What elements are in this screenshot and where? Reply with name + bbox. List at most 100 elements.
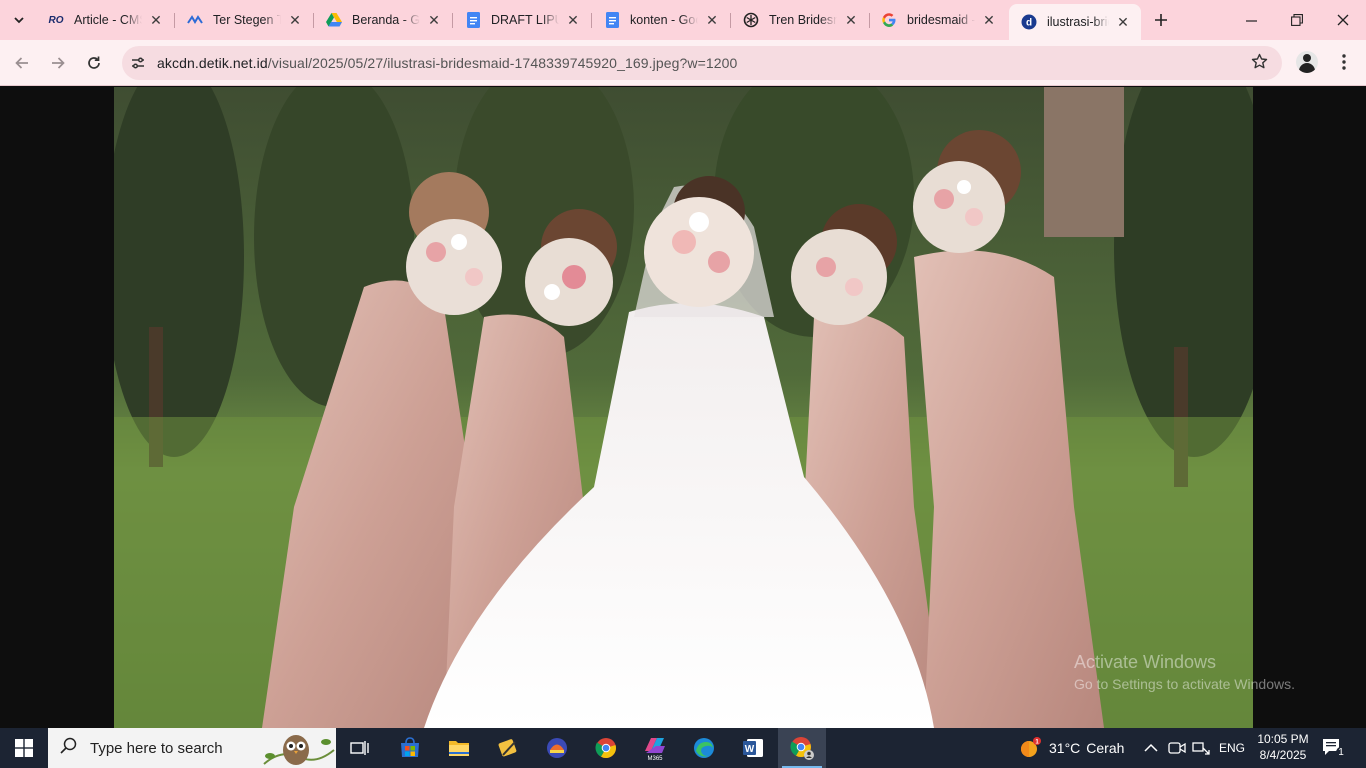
close-icon[interactable]: ✕: [981, 12, 997, 28]
image-viewer: Activate Windows Go to Settings to activ…: [0, 87, 1366, 728]
tab-bridesmaid-google[interactable]: bridesmaid - Google ✕: [869, 4, 1007, 36]
tab-article-cms[interactable]: RO Article - CMS ✕: [36, 4, 175, 36]
tab-search-button[interactable]: [6, 8, 32, 32]
close-icon[interactable]: ✕: [1115, 14, 1131, 30]
close-icon[interactable]: ✕: [426, 12, 442, 28]
url-path: /visual/2025/05/27/ilustrasi-bridesmaid-…: [267, 55, 738, 71]
weather-desc: Cerah: [1086, 740, 1125, 756]
close-window-button[interactable]: [1320, 0, 1366, 40]
search-placeholder: Type here to search: [90, 739, 223, 757]
reload-icon: [88, 56, 100, 69]
edge-icon: [694, 738, 714, 758]
m365-icon: M365: [645, 738, 665, 761]
input-indicator[interactable]: [1192, 728, 1210, 768]
kebab-menu-icon: [1342, 54, 1346, 70]
sunny-weather-icon: 1: [1021, 737, 1041, 757]
close-icon[interactable]: ✕: [287, 12, 303, 28]
taskbar-search[interactable]: Type here to search: [48, 728, 336, 768]
language-indicator[interactable]: ENG: [1219, 728, 1245, 768]
clock-time: 10:05 PM: [1257, 732, 1309, 746]
restore-icon: [1291, 14, 1303, 26]
minimize-icon: [1245, 19, 1257, 22]
microsoft-365-app[interactable]: M365: [631, 728, 679, 768]
tab-draft-liputan[interactable]: DRAFT LIPUTAN ✕: [453, 4, 592, 36]
network-icon: [1192, 742, 1210, 755]
chevron-down-icon: [14, 17, 24, 24]
bookmark-star-icon[interactable]: [1251, 53, 1268, 75]
close-icon[interactable]: ✕: [704, 12, 720, 28]
weather-widget[interactable]: 1 31°C Cerah: [1018, 728, 1124, 768]
svg-text:d: d: [1026, 18, 1032, 29]
show-hidden-icons-button[interactable]: [1144, 728, 1158, 768]
detik-icon: d: [1021, 14, 1037, 30]
tab-title: Beranda - Google Drive: [352, 13, 420, 27]
task-view-button[interactable]: [336, 728, 384, 768]
tab-google-drive[interactable]: Beranda - Google Drive ✕: [314, 4, 453, 36]
vpn-app[interactable]: [533, 728, 581, 768]
bridesmaid-photo[interactable]: [114, 87, 1253, 728]
pen-tablet-icon: [498, 739, 517, 757]
tab-title: konten - Google Docs: [630, 13, 698, 27]
google-icon: [881, 12, 897, 28]
arrow-right-icon: [52, 57, 65, 69]
tab-ilustrasi-bridesmaid[interactable]: d ilustrasi-bridesmaid ✕: [1009, 4, 1141, 40]
chatgpt-icon: [743, 12, 759, 28]
tab-strip: RO Article - CMS ✕ Ter Stegen Tolak ✕ Be…: [0, 0, 1366, 40]
tab-ter-stegen[interactable]: Ter Stegen Tolak ✕: [175, 4, 314, 36]
folder-icon: [449, 741, 469, 756]
google-docs-icon: [604, 12, 620, 28]
chrome-icon: [595, 738, 616, 759]
activate-windows-watermark: Activate Windows Go to Settings to activ…: [1074, 652, 1295, 692]
minimize-button[interactable]: [1228, 0, 1274, 40]
tab-title: ilustrasi-bridesmaid: [1047, 15, 1109, 29]
restore-button[interactable]: [1274, 0, 1320, 40]
system-clock[interactable]: 10:05 PM 8/4/2025: [1252, 731, 1314, 763]
new-tab-button[interactable]: [1148, 8, 1174, 32]
start-button[interactable]: [0, 728, 48, 768]
chevron-up-icon: [1144, 743, 1158, 752]
svg-text:M365: M365: [647, 756, 663, 761]
profile-avatar[interactable]: [1296, 51, 1318, 73]
chrome-active-app[interactable]: [778, 728, 826, 768]
browser-toolbar: akcdn.detik.net.id/visual/2025/05/27/ilu…: [0, 40, 1366, 86]
watermark-title: Activate Windows: [1074, 652, 1217, 672]
tab-konten-docs[interactable]: konten - Google Docs ✕: [592, 4, 731, 36]
stylus-app[interactable]: [484, 728, 532, 768]
browser-menu-button[interactable]: [1333, 51, 1355, 73]
tab-tren-bridesmaid[interactable]: Tren Bridesmaid ✕: [731, 4, 870, 36]
close-icon[interactable]: ✕: [843, 12, 859, 28]
file-explorer-app[interactable]: [435, 728, 483, 768]
weather-temp: 31°C: [1049, 740, 1081, 756]
tab-title: Ter Stegen Tolak: [213, 13, 281, 27]
address-bar[interactable]: akcdn.detik.net.id/visual/2025/05/27/ilu…: [122, 46, 1282, 80]
clock-date: 8/4/2025: [1259, 748, 1307, 762]
edge-app[interactable]: [680, 728, 728, 768]
plus-icon: [1155, 14, 1167, 26]
tab-title: bridesmaid - Google: [907, 13, 975, 27]
back-button[interactable]: [8, 49, 36, 77]
url-host: akcdn.detik.net.id: [157, 55, 268, 71]
owl-search-highlight-icon: [263, 735, 335, 765]
close-icon[interactable]: ✕: [148, 12, 164, 28]
reload-button[interactable]: [80, 49, 108, 77]
helmet-icon: [547, 738, 567, 758]
avatar-body: [1299, 63, 1315, 73]
forward-button[interactable]: [44, 49, 72, 77]
close-icon[interactable]: ✕: [565, 12, 581, 28]
chrome-app[interactable]: [582, 728, 630, 768]
ro-logo-icon: RO: [48, 14, 64, 26]
word-icon: W: [743, 739, 763, 757]
store-icon: [401, 737, 419, 757]
avatar-head: [1303, 54, 1311, 62]
notification-center-button[interactable]: 1: [1322, 738, 1346, 758]
microsoft-store-app[interactable]: [386, 728, 434, 768]
meet-now-button[interactable]: [1168, 728, 1186, 768]
word-app[interactable]: W: [729, 728, 777, 768]
search-icon: [60, 737, 82, 759]
svg-text:W: W: [745, 744, 755, 755]
url-text[interactable]: akcdn.detik.net.id/visual/2025/05/27/ilu…: [157, 55, 737, 71]
tab-title: Tren Bridesmaid: [769, 13, 837, 27]
arrow-left-icon: [15, 57, 28, 69]
windows-logo-icon: [15, 739, 33, 757]
site-settings-icon[interactable]: [124, 49, 152, 77]
